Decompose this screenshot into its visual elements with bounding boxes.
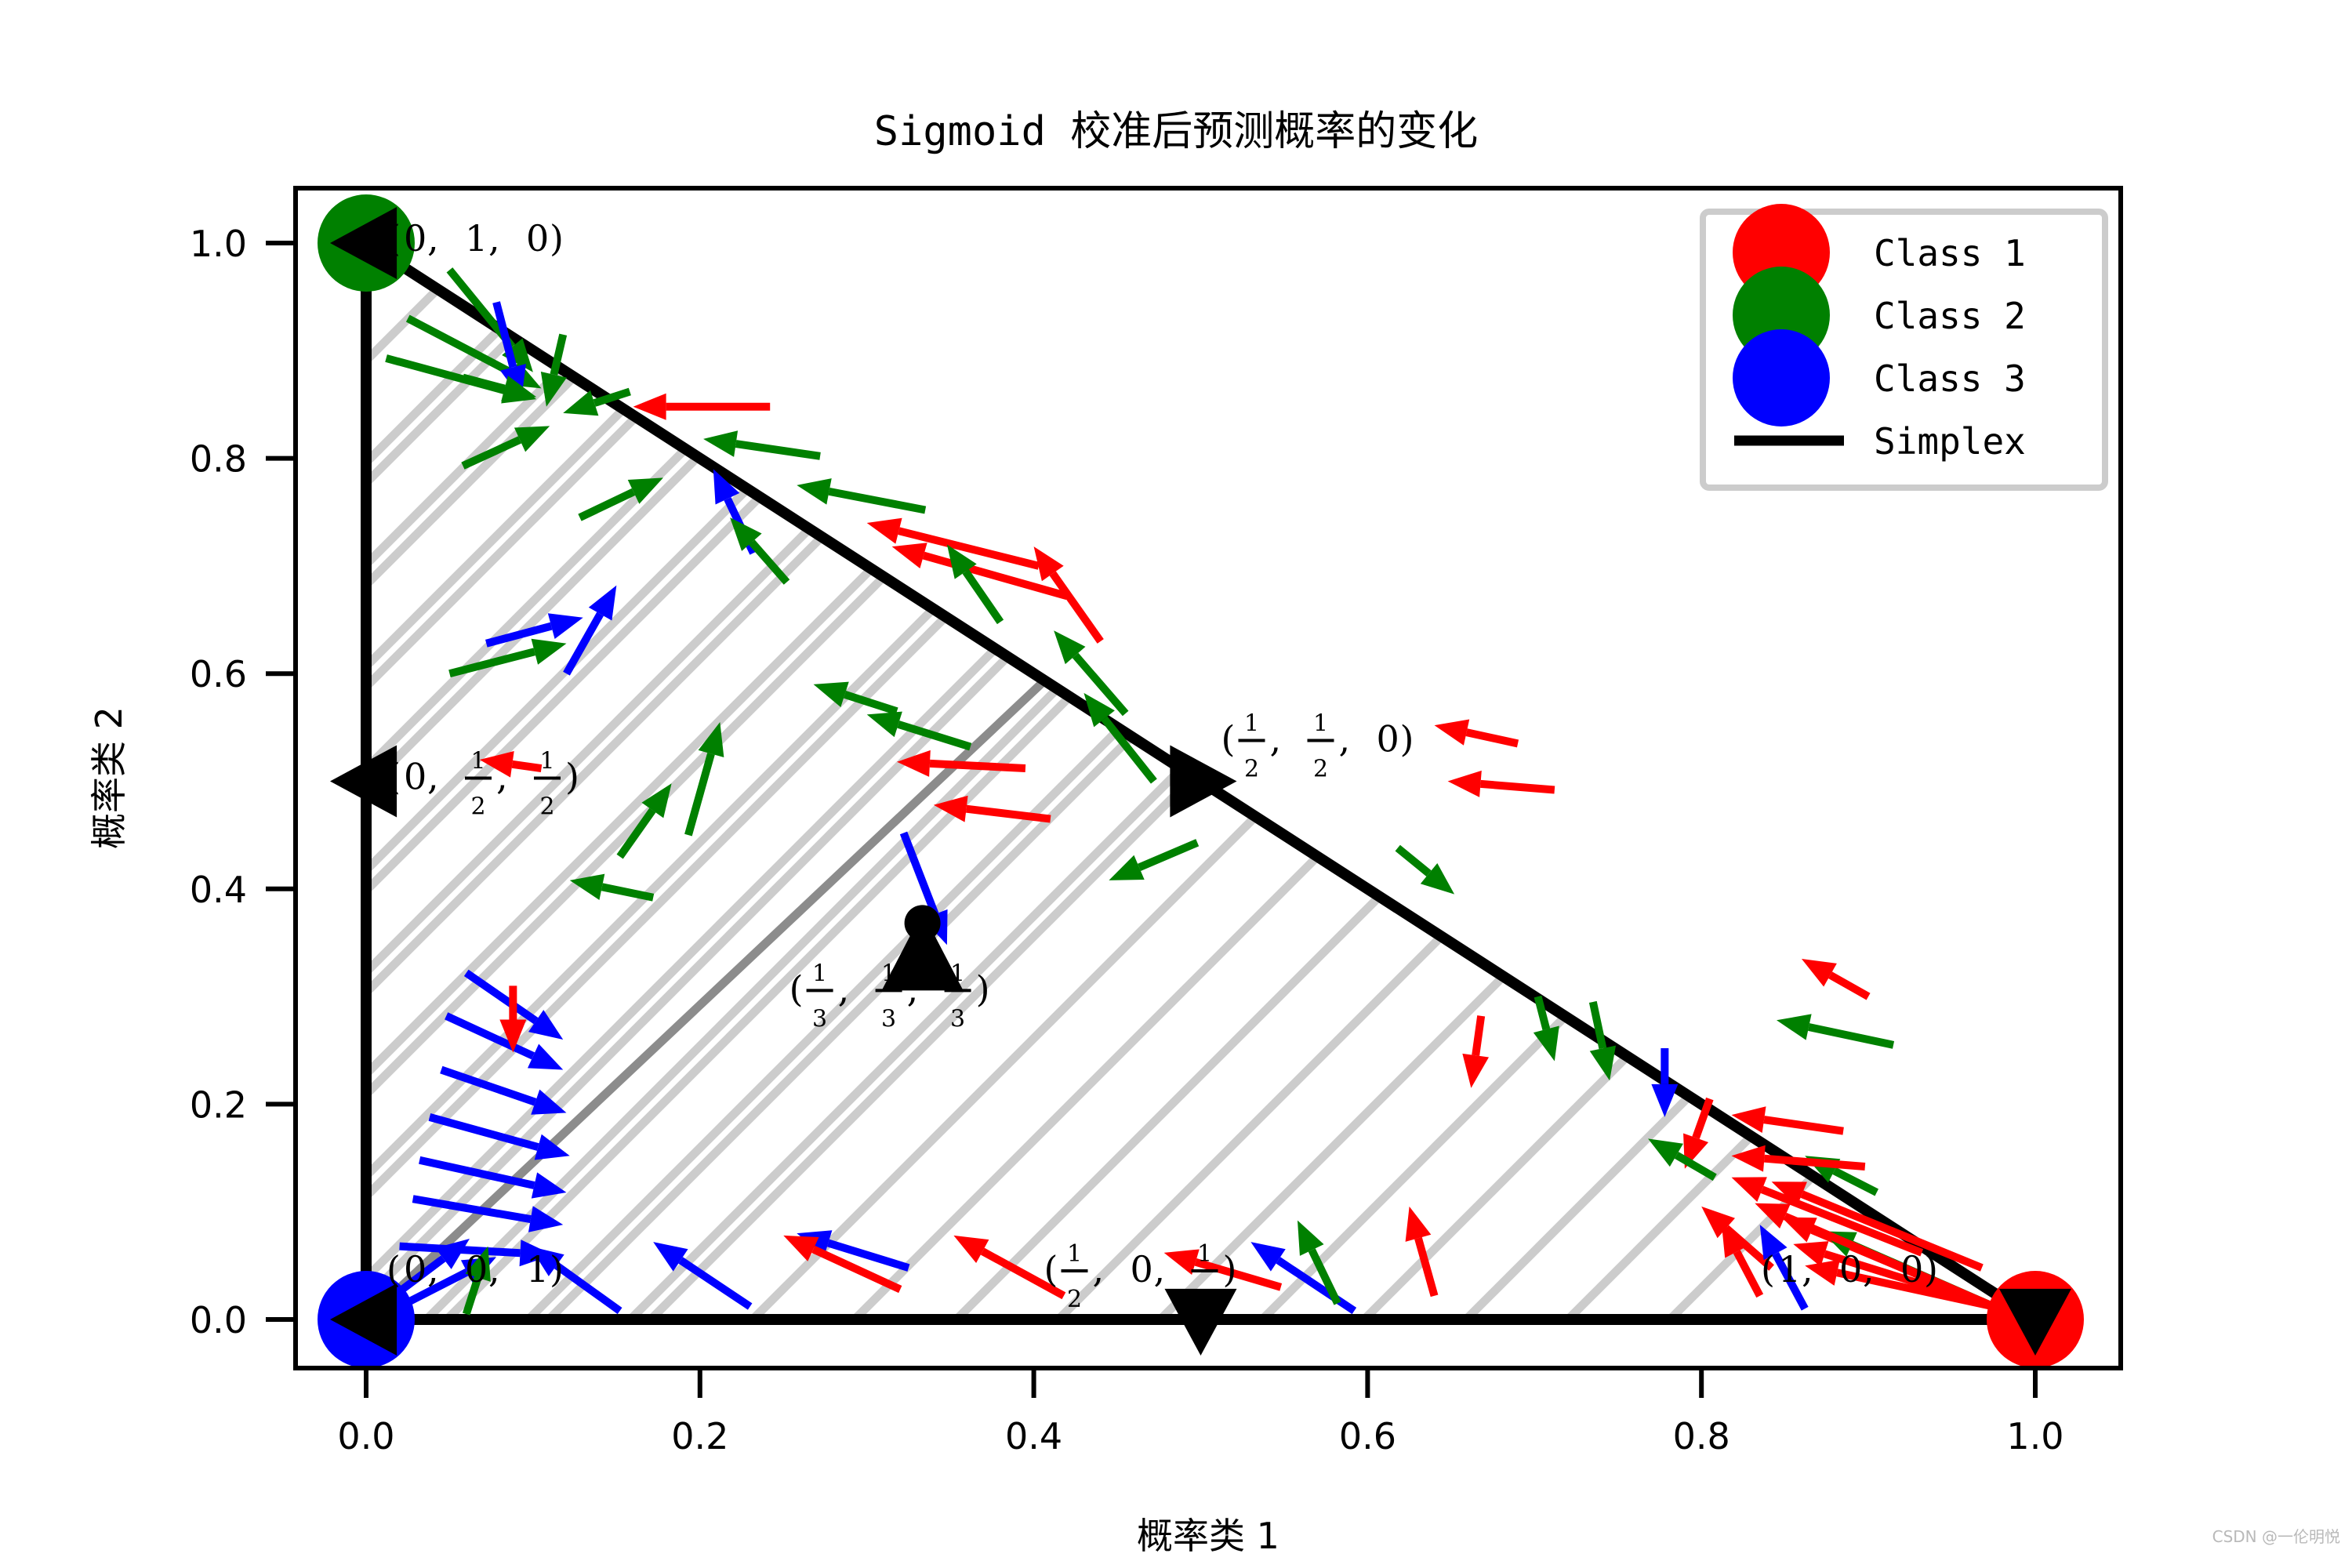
legend-label: Simplex xyxy=(1874,420,2026,463)
svg-text:,: , xyxy=(838,967,850,1010)
svg-text:1: 1 xyxy=(812,960,827,987)
x-tick-label: 0.8 xyxy=(1673,1415,1730,1457)
y-tick-label: 0.6 xyxy=(190,653,247,695)
svg-text:0: 0 xyxy=(526,217,549,260)
legend-swatch xyxy=(1733,329,1830,426)
svg-text:0: 0 xyxy=(1377,718,1399,760)
x-tick-label: 0.0 xyxy=(337,1415,394,1457)
x-axis-label: 概率类 1 xyxy=(1137,1515,1279,1557)
svg-text:3: 3 xyxy=(881,1005,896,1033)
svg-text:,: , xyxy=(907,967,919,1010)
svg-text:1: 1 xyxy=(526,1248,549,1290)
svg-text:,: , xyxy=(1802,1248,1813,1290)
svg-text:(: ( xyxy=(387,756,401,798)
svg-text:,: , xyxy=(488,1248,500,1290)
svg-text:2: 2 xyxy=(1067,1286,1082,1313)
legend-label: Class 1 xyxy=(1874,232,2026,274)
svg-text:1: 1 xyxy=(465,217,488,260)
y-axis-label: 概率类 2 xyxy=(88,706,130,849)
svg-text:): ) xyxy=(976,967,990,1010)
svg-text:(: ( xyxy=(1761,1248,1775,1290)
svg-text:1: 1 xyxy=(950,960,965,987)
svg-text:0: 0 xyxy=(1839,1248,1862,1290)
svg-text:0: 0 xyxy=(465,1248,488,1290)
svg-text:): ) xyxy=(1924,1248,1938,1290)
svg-text:): ) xyxy=(565,756,579,798)
legend[interactable]: Class 1 Class 2 Class 3 Simplex xyxy=(1700,204,2108,491)
svg-text:(: ( xyxy=(387,217,401,260)
svg-text:0: 0 xyxy=(1900,1248,1923,1290)
svg-text:1: 1 xyxy=(470,748,485,775)
svg-text:0: 0 xyxy=(404,1248,426,1290)
watermark: CSDN @一伦明悦 xyxy=(2212,1527,2340,1546)
svg-text:,: , xyxy=(496,756,508,798)
svg-text:,: , xyxy=(488,217,500,260)
x-tick-label: 1.0 xyxy=(2006,1415,2063,1457)
svg-text:1: 1 xyxy=(1244,710,1259,738)
annotation-label: (0, 0, 1) xyxy=(387,1248,564,1290)
svg-text:1: 1 xyxy=(1313,710,1328,738)
svg-text:1: 1 xyxy=(1778,1248,1801,1290)
y-tick-label: 0.8 xyxy=(190,438,247,481)
svg-text:1: 1 xyxy=(1197,1240,1212,1268)
svg-text:2: 2 xyxy=(539,793,554,821)
svg-text:,: , xyxy=(1270,718,1282,760)
svg-text:,: , xyxy=(1339,718,1351,760)
annotation-label: (0, 1, 0) xyxy=(387,217,564,260)
svg-text:(: ( xyxy=(1221,718,1236,760)
svg-text:): ) xyxy=(1400,718,1414,760)
y-tick-label: 0.4 xyxy=(190,869,247,911)
svg-text:0: 0 xyxy=(1131,1248,1153,1290)
svg-text:2: 2 xyxy=(1197,1286,1212,1313)
svg-text:,: , xyxy=(427,1248,439,1290)
svg-text:,: , xyxy=(427,756,439,798)
y-tick-label: 0.2 xyxy=(190,1083,247,1126)
svg-text:,: , xyxy=(1863,1248,1875,1290)
legend-label: Class 2 xyxy=(1874,295,2026,337)
annotation-label: (1, 0, 0) xyxy=(1761,1248,1938,1290)
svg-text:0: 0 xyxy=(404,756,426,798)
svg-text:,: , xyxy=(1154,1248,1166,1290)
svg-text:3: 3 xyxy=(950,1005,965,1033)
svg-text:(: ( xyxy=(1044,1248,1058,1290)
chart-title: Sigmoid 校准后预测概率的变化 xyxy=(874,108,1478,155)
svg-text:): ) xyxy=(550,217,564,260)
svg-text:,: , xyxy=(1093,1248,1105,1290)
svg-text:2: 2 xyxy=(1244,756,1259,783)
x-tick-label: 0.6 xyxy=(1339,1415,1396,1457)
svg-text:): ) xyxy=(550,1248,564,1290)
svg-text:(: ( xyxy=(387,1248,401,1290)
simplex-quiver-plot: Sigmoid 校准后预测概率的变化 (0 , 1 , 0)(1 , 0 … xyxy=(0,0,2352,1568)
svg-text:1: 1 xyxy=(539,748,554,775)
svg-text:(: ( xyxy=(789,967,804,1010)
x-tick-label: 0.4 xyxy=(1005,1415,1062,1457)
svg-text:2: 2 xyxy=(1313,756,1328,783)
svg-text:2: 2 xyxy=(470,793,485,821)
svg-text:): ) xyxy=(1223,1248,1237,1290)
svg-text:1: 1 xyxy=(881,960,896,987)
x-tick-label: 0.2 xyxy=(671,1415,728,1457)
svg-text:0: 0 xyxy=(404,217,426,260)
chart-root: Sigmoid 校准后预测概率的变化 (0 , 1 , 0) (1 , 0… xyxy=(0,0,2352,1568)
y-tick-label: 1.0 xyxy=(190,223,247,265)
svg-text:3: 3 xyxy=(812,1005,827,1033)
legend-label: Class 3 xyxy=(1874,358,2026,400)
svg-text:,: , xyxy=(427,217,439,260)
svg-text:1: 1 xyxy=(1067,1240,1082,1268)
y-tick-label: 0.0 xyxy=(190,1299,247,1341)
